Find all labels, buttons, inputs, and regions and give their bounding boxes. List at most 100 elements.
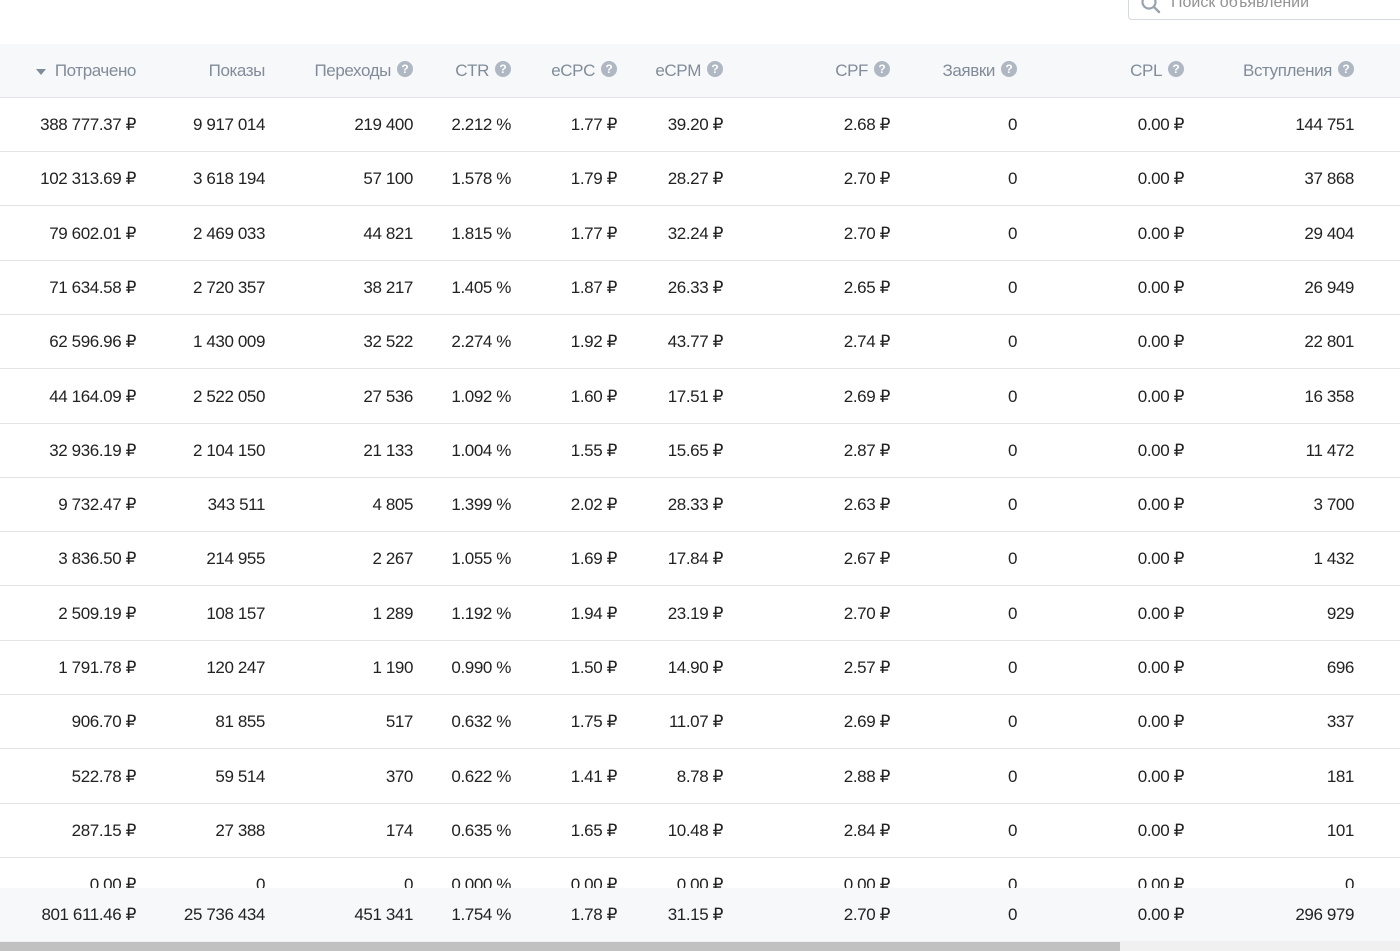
- cell-cpl: 0.00 ₽: [1137, 767, 1185, 786]
- cell-ecpm: 43.77 ₽: [667, 332, 724, 351]
- cell-impressions: 120 247: [206, 658, 265, 677]
- cell-leads: 0: [1007, 604, 1017, 623]
- cell-clicks: 38 217: [363, 278, 413, 297]
- cell-cpf: 2.63 ₽: [843, 495, 891, 514]
- cell-leads: 0: [1007, 441, 1017, 460]
- cell-cpl: 0.00 ₽: [1137, 495, 1185, 514]
- table-row: 287.15 ₽ 27 388 174 0.635 % 1.65 ₽ 10.48 ₽ 2.8…: [0, 804, 1400, 858]
- cell-leads: 0: [1007, 169, 1017, 188]
- table-row: 71 634.58 ₽ 2 720 357 38 217 1.405 % 1.87 ₽ 2…: [0, 261, 1400, 315]
- cell-ecpm: 14.90 ₽: [667, 658, 724, 677]
- column-header-ecpc[interactable]: eCPC?: [517, 44, 617, 97]
- column-header-cpf[interactable]: CPF?: [730, 44, 890, 97]
- cell-joins: 0: [1344, 875, 1354, 888]
- cell-cpf: 2.70 ₽: [843, 169, 891, 188]
- cell-ecpc: 1.55 ₽: [570, 441, 618, 460]
- cell-cpf: 2.70 ₽: [843, 604, 891, 623]
- cell-joins: 337: [1326, 712, 1355, 731]
- cell-joins: 16 358: [1304, 387, 1354, 406]
- cell-ctr: 0.632 %: [451, 712, 511, 731]
- total-joins: 296 979: [1295, 905, 1354, 924]
- cell-ecpc: 1.94 ₽: [570, 604, 618, 623]
- column-header-label: Переходы: [314, 60, 391, 80]
- help-icon[interactable]: ?: [601, 60, 617, 77]
- cell-spent: 44 164.09 ₽: [49, 387, 136, 406]
- cell-joins: 696: [1326, 658, 1355, 677]
- help-icon[interactable]: ?: [397, 60, 413, 77]
- search-box[interactable]: [1128, 0, 1400, 20]
- help-icon[interactable]: ?: [874, 60, 890, 77]
- column-header-joins[interactable]: Вступления?: [1194, 44, 1354, 97]
- cell-ecpc: 2.02 ₽: [570, 495, 618, 514]
- cell-joins: 3 700: [1313, 495, 1354, 514]
- cell-ctr: 0.622 %: [451, 767, 511, 786]
- cell-cpl: 0.00 ₽: [1137, 821, 1185, 840]
- column-header-label: CTR: [455, 60, 489, 80]
- cell-ecpc: 1.50 ₽: [570, 658, 618, 677]
- help-icon[interactable]: ?: [495, 60, 511, 77]
- column-header-cpl[interactable]: CPL?: [1024, 44, 1184, 97]
- cell-ctr: 1.815 %: [451, 224, 511, 243]
- column-header-leads[interactable]: Заявки?: [897, 44, 1017, 97]
- column-header-spent[interactable]: Потрачено: [0, 44, 136, 97]
- cell-joins: 29 404: [1304, 224, 1354, 243]
- table-row: 32 936.19 ₽ 2 104 150 21 133 1.004 % 1.55 ₽ 1…: [0, 424, 1400, 478]
- search-input[interactable]: [1171, 0, 1400, 19]
- column-header-ctr[interactable]: CTR?: [421, 44, 511, 97]
- cell-ecpm: 28.27 ₽: [667, 169, 724, 188]
- cell-clicks: 0: [403, 875, 413, 888]
- column-header-label: Показы: [208, 60, 266, 80]
- column-header-clicks[interactable]: Переходы?: [273, 44, 413, 97]
- cell-leads: 0: [1007, 278, 1017, 297]
- column-header-impressions[interactable]: Показы: [145, 44, 266, 97]
- cell-clicks: 44 821: [363, 224, 413, 243]
- cell-cpl: 0.00 ₽: [1137, 441, 1185, 460]
- table-row: 9 732.47 ₽ 343 511 4 805 1.399 % 2.02 ₽ 28.33…: [0, 478, 1400, 532]
- cell-cpf: 2.57 ₽: [843, 658, 891, 677]
- cell-ecpc: 1.41 ₽: [570, 767, 618, 786]
- cell-ctr: 1.055 %: [451, 549, 511, 568]
- cell-clicks: 27 536: [363, 387, 413, 406]
- cell-ecpc: 1.60 ₽: [570, 387, 618, 406]
- cell-impressions: 214 955: [206, 549, 265, 568]
- table-row: 102 313.69 ₽ 3 618 194 57 100 1.578 % 1.79 ₽…: [0, 152, 1400, 206]
- cell-joins: 144 751: [1295, 115, 1354, 134]
- cell-spent: 3 836.50 ₽: [58, 549, 136, 568]
- table-row: 44 164.09 ₽ 2 522 050 27 536 1.092 % 1.60 ₽ 1…: [0, 370, 1400, 424]
- cell-ecpc: 1.75 ₽: [570, 712, 618, 731]
- cell-joins: 929: [1326, 604, 1355, 623]
- cell-cpf: 2.65 ₽: [843, 278, 891, 297]
- cell-ecpm: 15.65 ₽: [667, 441, 724, 460]
- cell-spent: 906.70 ₽: [71, 712, 137, 731]
- column-header-label: eCPM: [655, 60, 701, 80]
- cell-cpf: 2.67 ₽: [843, 549, 891, 568]
- sort-desc-icon: [35, 68, 46, 75]
- table-row: 3 836.50 ₽ 214 955 2 267 1.055 % 1.69 ₽ 17.84…: [0, 532, 1400, 586]
- cell-clicks: 32 522: [363, 332, 413, 351]
- cell-impressions: 2 720 357: [192, 278, 265, 297]
- help-icon[interactable]: ?: [1338, 60, 1354, 77]
- horizontal-scrollbar-thumb[interactable]: [0, 942, 1120, 951]
- cell-impressions: 27 388: [215, 821, 265, 840]
- horizontal-scrollbar[interactable]: [0, 941, 1400, 951]
- total-spent: 801 611.46 ₽: [41, 905, 136, 924]
- cell-leads: 0: [1007, 821, 1017, 840]
- help-icon[interactable]: ?: [707, 60, 723, 77]
- cell-impressions: 1 430 009: [192, 332, 265, 351]
- column-header-ecpm[interactable]: eCPM?: [623, 44, 723, 97]
- cell-ctr: 1.192 %: [451, 604, 511, 623]
- cell-cpf: 2.69 ₽: [843, 712, 891, 731]
- cell-cpl: 0.00 ₽: [1137, 712, 1185, 731]
- cell-cpf: 2.88 ₽: [843, 767, 891, 786]
- table-row: 2 509.19 ₽ 108 157 1 289 1.192 % 1.94 ₽ 23.19…: [0, 587, 1400, 641]
- top-bar: [0, 0, 1400, 45]
- cell-ecpm: 8.78 ₽: [676, 767, 724, 786]
- help-icon[interactable]: ?: [1001, 60, 1017, 77]
- cell-clicks: 4 805: [372, 495, 413, 514]
- cell-ecpm: 23.19 ₽: [667, 604, 724, 623]
- cell-ctr: 1.578 %: [451, 169, 511, 188]
- cell-spent: 62 596.96 ₽: [49, 332, 136, 351]
- total-ecpm: 31.15 ₽: [667, 905, 724, 924]
- help-icon[interactable]: ?: [1168, 60, 1184, 77]
- cell-leads: 0: [1007, 224, 1017, 243]
